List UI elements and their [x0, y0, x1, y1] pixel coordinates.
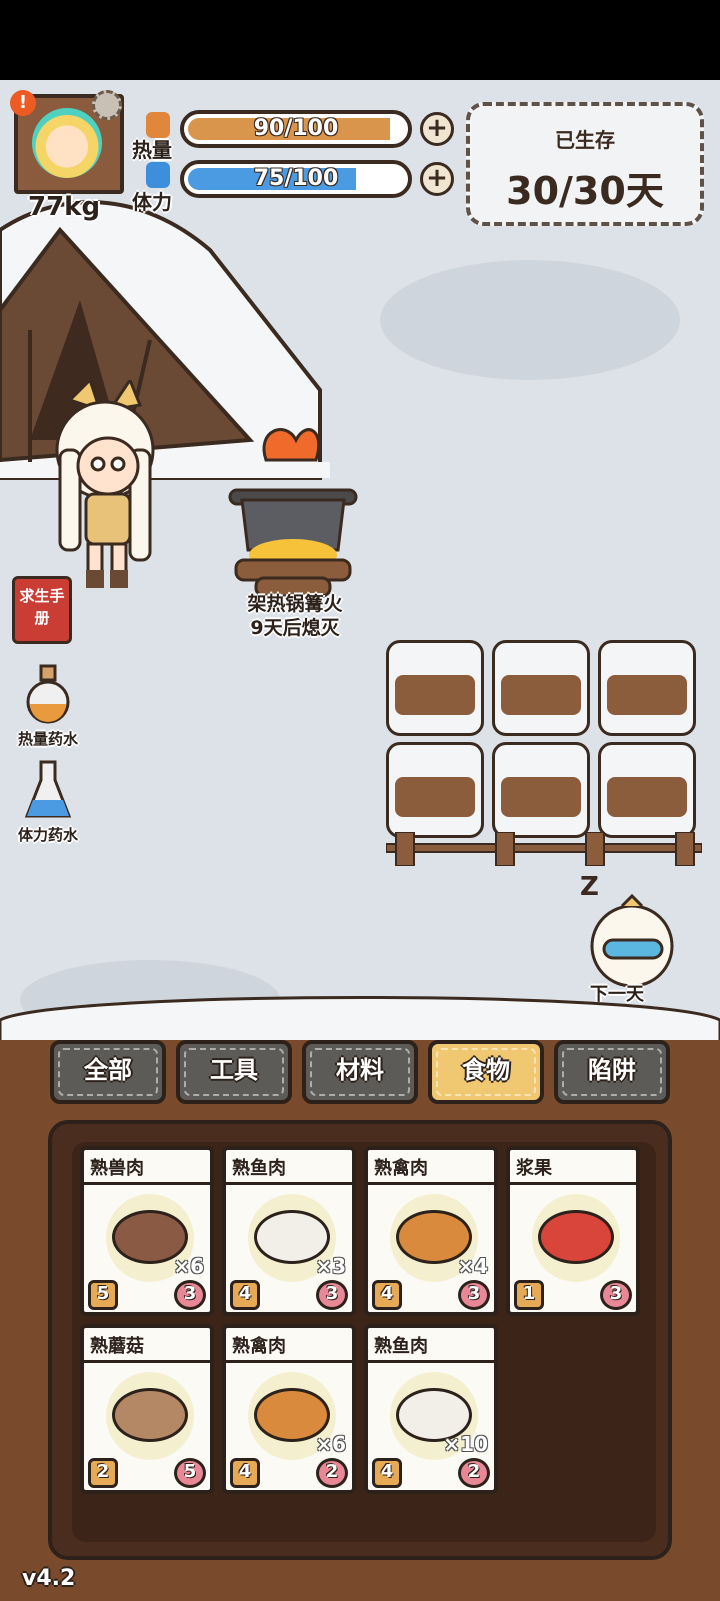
item-name: 熟鱼肉	[232, 1158, 286, 1179]
stamina-potion-icon	[24, 760, 72, 818]
campfire-pot-icon[interactable]	[226, 420, 360, 600]
farm-plot[interactable]	[598, 640, 696, 736]
item-name: 熟禽肉	[374, 1158, 428, 1179]
item-divider	[84, 1182, 210, 1185]
item-card[interactable]: 熟鱼肉 ×3 4 3	[222, 1146, 356, 1316]
farm-plot[interactable]	[598, 742, 696, 838]
item-heat-value: 4	[230, 1280, 260, 1310]
tab-tools[interactable]: 工具	[176, 1040, 292, 1104]
item-card[interactable]: 熟兽肉 ×6 5 3	[80, 1146, 214, 1316]
item-quantity: ×6	[315, 1432, 346, 1456]
lightning-icon	[146, 162, 170, 188]
heat-bar: 90/100	[180, 110, 412, 148]
item-quantity: ×4	[457, 1254, 488, 1278]
item-quantity: ×3	[315, 1254, 346, 1278]
snow-patch	[380, 260, 680, 380]
tab-traps[interactable]: 陷阱	[554, 1040, 670, 1104]
heat-potion-label: 热量药水	[17, 730, 78, 748]
tab-materials[interactable]: 材料	[302, 1040, 418, 1104]
stamina-label: 体力	[132, 190, 172, 214]
survival-manual-button[interactable]: 求生手册	[12, 576, 72, 644]
add-stamina-button[interactable]: +	[420, 162, 454, 196]
item-divider	[510, 1182, 636, 1185]
stamina-value: 75/100	[253, 166, 339, 191]
item-divider	[226, 1182, 352, 1185]
campfire-status: 架热锅篝火 9天后熄灭	[190, 592, 400, 640]
farm-plot[interactable]	[386, 640, 484, 736]
item-name: 熟兽肉	[90, 1158, 144, 1179]
farm-plot[interactable]	[492, 742, 590, 838]
item-quantity: ×6	[173, 1254, 204, 1278]
avatar-face	[32, 108, 102, 178]
survive-days: 30/30天	[506, 169, 664, 213]
tab-all[interactable]: 全部	[50, 1040, 166, 1104]
item-name: 熟禽肉	[232, 1336, 286, 1357]
tab-food[interactable]: 食物	[428, 1040, 544, 1104]
item-heat-value: 5	[88, 1280, 118, 1310]
farm-plot[interactable]	[492, 640, 590, 736]
item-divider	[368, 1360, 494, 1363]
survival-days-board: 已生存 30/30天	[466, 102, 704, 226]
game-scene: ! 77kg 热量 90/100 + 体力 75/100 + 已生存 30/30…	[0, 80, 720, 1601]
item-heat-value: 1	[514, 1280, 544, 1310]
farm-plot[interactable]	[386, 742, 484, 838]
heat-label: 热量	[132, 138, 172, 162]
item-card[interactable]: 浆果 1 3	[506, 1146, 640, 1316]
survival-manual-label: 求生手册	[19, 587, 65, 627]
item-name: 熟鱼肉	[374, 1336, 428, 1357]
campfire-name: 架热锅篝火	[247, 593, 343, 615]
item-stamina-value: 3	[174, 1280, 206, 1310]
item-stamina-value: 2	[458, 1458, 490, 1488]
heat-value: 90/100	[253, 116, 339, 141]
heat-potion-button[interactable]: 热量药水	[8, 664, 88, 749]
alert-icon[interactable]: !	[10, 90, 36, 116]
stamina-potion-button[interactable]: 体力药水	[8, 760, 88, 845]
food-icon	[538, 1210, 614, 1264]
fence	[386, 832, 702, 866]
campfire-timer: 9天后熄灭	[250, 617, 340, 639]
item-card[interactable]: 熟禽肉 ×4 4 3	[364, 1146, 498, 1316]
item-name: 熟蘑菇	[90, 1336, 144, 1357]
item-heat-value: 4	[372, 1458, 402, 1488]
item-card[interactable]: 熟鱼肉 ×10 4 2	[364, 1324, 498, 1494]
heat-potion-icon	[26, 664, 70, 724]
item-quantity: ×10	[443, 1432, 488, 1456]
item-divider	[368, 1182, 494, 1185]
status-bar	[0, 0, 720, 80]
item-stamina-value: 3	[600, 1280, 632, 1310]
item-stamina-value: 3	[458, 1280, 490, 1310]
stamina-potion-label: 体力药水	[17, 826, 78, 844]
stamina-bar: 75/100	[180, 160, 412, 198]
add-heat-button[interactable]: +	[420, 112, 454, 146]
survive-label: 已生存	[555, 128, 615, 152]
version-label: v4.2	[22, 1566, 76, 1591]
item-heat-value: 2	[88, 1458, 118, 1488]
item-divider	[226, 1360, 352, 1363]
player-character[interactable]	[50, 380, 160, 590]
item-name: 浆果	[516, 1158, 552, 1179]
gear-icon[interactable]	[92, 90, 122, 120]
item-divider	[84, 1360, 210, 1363]
item-stamina-value: 5	[174, 1458, 206, 1488]
item-heat-value: 4	[230, 1458, 260, 1488]
item-stamina-value: 3	[316, 1280, 348, 1310]
item-card[interactable]: 熟禽肉 ×6 4 2	[222, 1324, 356, 1494]
item-stamina-value: 2	[316, 1458, 348, 1488]
food-icon	[112, 1388, 188, 1442]
item-heat-value: 4	[372, 1280, 402, 1310]
item-card[interactable]: 熟蘑菇 2 5	[80, 1324, 214, 1494]
weight-value: 77kg	[28, 192, 101, 222]
